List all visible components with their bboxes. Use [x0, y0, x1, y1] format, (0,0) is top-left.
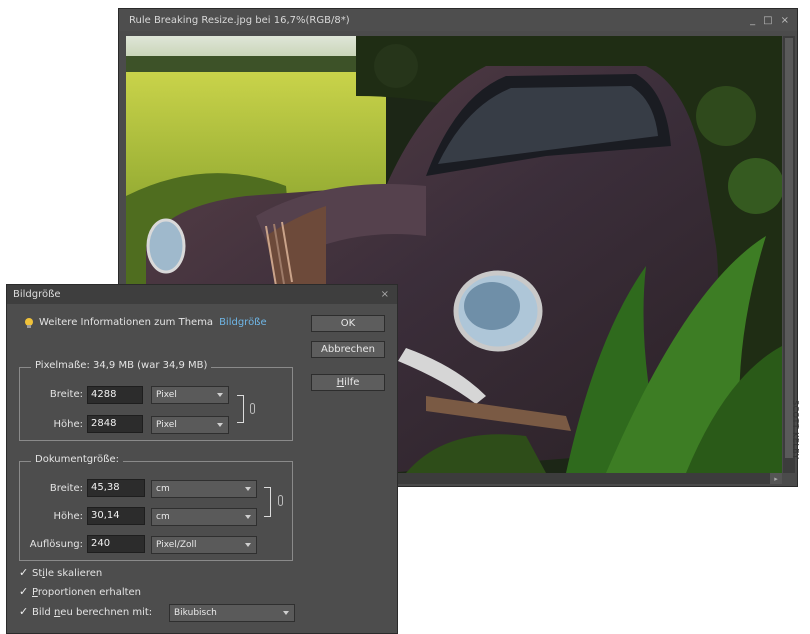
chevron-down-icon — [283, 611, 289, 615]
photo-credit: SCOTT KELBY — [790, 400, 802, 470]
minimize-icon[interactable]: _ — [750, 15, 755, 26]
resample-image-checkbox[interactable]: Bild neu berechnen mit: — [19, 605, 152, 619]
resolution-input[interactable]: 240 — [87, 535, 145, 553]
document-title: Rule Breaking Resize.jpg bei 16,7%(RGB/8… — [129, 14, 350, 26]
document-size-title: Dokumentgröße: — [31, 454, 123, 465]
chevron-down-icon — [217, 423, 223, 427]
pixel-height-input[interactable]: 2848 — [87, 415, 143, 433]
chevron-down-icon — [217, 393, 223, 397]
dialog-titlebar[interactable]: Bildgröße × — [7, 285, 397, 304]
constrain-bracket — [237, 395, 244, 423]
doc-width-unit-select[interactable]: cm — [151, 480, 257, 498]
chevron-down-icon — [245, 543, 251, 547]
cancel-button[interactable]: Abbrechen — [311, 341, 385, 358]
resolution-label: Auflösung: — [29, 539, 83, 550]
link-chain-icon — [278, 495, 283, 506]
photo-credit-text: SCOTT KELBY — [791, 400, 800, 460]
pixel-dimensions-title: Pixelmaße: 34,9 MB (war 34,9 MB) — [31, 360, 212, 371]
chevron-down-icon — [245, 515, 251, 519]
scroll-right-icon[interactable]: ▸ — [770, 473, 782, 484]
pixel-height-label: Höhe: — [53, 419, 84, 430]
document-titlebar[interactable]: Rule Breaking Resize.jpg bei 16,7%(RGB/8… — [119, 9, 797, 31]
constrain-proportions-checkbox[interactable]: Proportionen erhalten — [19, 585, 141, 599]
image-size-dialog: Bildgröße × Weitere Informationen zum Th… — [6, 284, 398, 634]
chevron-down-icon — [245, 487, 251, 491]
lightbulb-icon — [25, 317, 33, 328]
pixel-width-input[interactable]: 4288 — [87, 386, 143, 404]
ok-button[interactable]: OK — [311, 315, 385, 332]
checkmark-icon — [19, 566, 29, 579]
pixel-width-label: Breite: — [49, 389, 83, 400]
resample-method-select[interactable]: Bikubisch — [169, 604, 295, 622]
doc-height-label: Höhe: — [53, 511, 84, 522]
scrollbar-thumb[interactable] — [785, 38, 793, 458]
dialog-close-icon[interactable]: × — [381, 289, 397, 300]
doc-width-label: Breite: — [49, 483, 83, 494]
scale-styles-checkbox[interactable]: Stile skalieren — [19, 566, 102, 580]
doc-height-input[interactable]: 30,14 — [87, 507, 145, 525]
dialog-title: Bildgröße — [13, 289, 61, 300]
checkmark-icon — [19, 585, 29, 598]
close-icon[interactable]: × — [781, 15, 789, 26]
doc-width-input[interactable]: 45,38 — [87, 479, 145, 497]
resolution-unit-select[interactable]: Pixel/Zoll — [151, 536, 257, 554]
info-text: Weitere Informationen zum Thema — [39, 317, 214, 328]
constrain-bracket-doc — [264, 487, 271, 517]
help-button[interactable]: Hilfe — [311, 374, 385, 391]
checkmark-icon — [19, 605, 29, 618]
pixel-width-unit-select[interactable]: Pixel — [151, 386, 229, 404]
maximize-icon[interactable]: □ — [763, 15, 772, 26]
link-chain-icon — [250, 403, 255, 414]
info-link[interactable]: Bildgröße — [219, 317, 267, 328]
info-row: Weitere Informationen zum Thema Bildgröß… — [25, 317, 267, 328]
pixel-height-unit-select[interactable]: Pixel — [151, 416, 229, 434]
doc-height-unit-select[interactable]: cm — [151, 508, 257, 526]
